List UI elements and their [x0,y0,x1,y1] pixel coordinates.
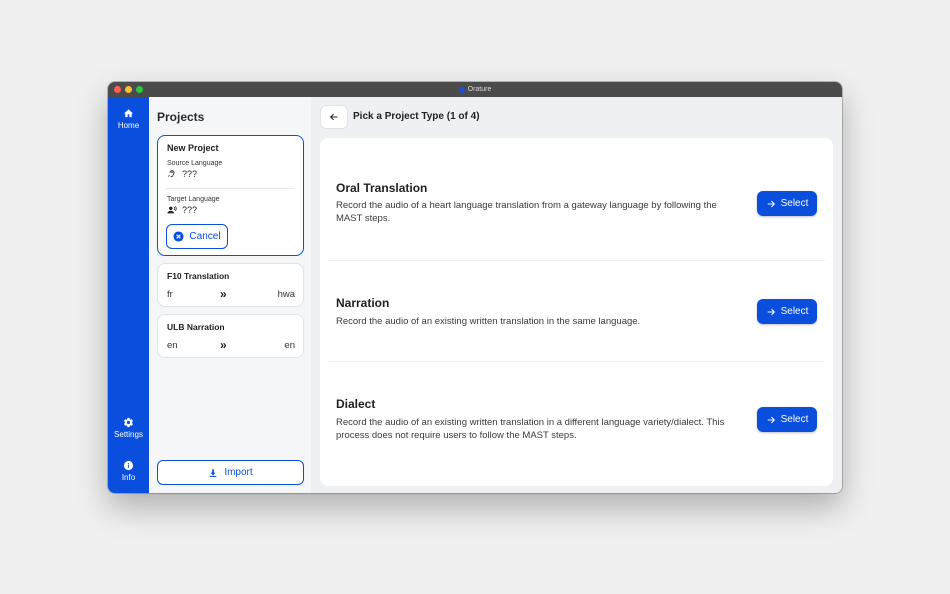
zoom-window-button[interactable] [136,86,143,93]
arrow-left-icon [329,113,338,121]
home-icon [123,109,134,118]
select-button[interactable]: Select [757,191,817,216]
nav-info[interactable]: Info [108,460,149,482]
divider [166,188,295,189]
nav-home-label: Home [117,121,140,130]
arrow-right-icon [767,308,775,315]
project-type-name: Dialect [336,397,376,411]
back-button[interactable] [320,105,348,129]
nav-info-label: Info [121,473,136,482]
project-type-name: Oral Translation [336,181,428,195]
project-card[interactable]: ULB Narration en » en [157,314,304,358]
project-type-description: Record the audio of an existing written … [336,417,725,441]
projects-title: Projects [157,110,205,124]
project-source-language: fr [167,289,173,300]
project-source-language: en [167,340,178,351]
project-title: F10 Translation [167,271,230,281]
project-card[interactable]: F10 Translation fr » hwa [157,263,304,307]
ear-icon [167,170,175,178]
app-window: Orature Home Settings Info Projects New … [108,82,842,493]
new-project-title: New Project [167,143,219,153]
nav-home[interactable]: Home [108,108,149,130]
nav-rail: Home Settings Info [108,97,149,493]
project-types-card: Oral Translation Record the audio of a h… [320,138,833,486]
arrow-right-icon [767,416,775,423]
divider [328,260,825,261]
select-button[interactable]: Select [757,407,817,432]
title-bar: Orature [108,82,842,97]
nav-settings-label: Settings [114,430,143,439]
target-language-text: ??? [182,205,198,215]
divider [328,361,825,362]
cancel-button-label: Cancel [189,231,221,242]
minimize-window-button[interactable] [125,86,132,93]
window-controls [114,86,143,93]
app-logo-icon [458,86,465,93]
gear-icon [123,417,133,428]
double-chevron-icon: » [220,338,227,352]
arrow-right-icon [767,200,775,207]
import-button[interactable]: Import [157,460,304,485]
download-icon [209,468,217,477]
new-project-card: New Project Source Language ??? Target L… [157,135,304,256]
project-target-language: hwa [277,289,295,300]
nav-settings[interactable]: Settings [108,417,149,439]
project-type-name: Narration [336,296,390,310]
select-button-label: Select [780,198,809,209]
main-content: Pick a Project Type (1 of 4) Oral Transl… [311,97,842,493]
select-button[interactable]: Select [757,299,817,324]
project-type-description: Record the audio of a heart language tra… [336,200,717,224]
project-target-language: en [284,340,295,351]
project-type-description: Record the audio of an existing written … [336,316,641,327]
select-button-label: Select [780,414,809,425]
page-title: Pick a Project Type (1 of 4) [353,111,480,122]
projects-panel: Projects New Project Source Language ???… [149,97,311,493]
target-language-value: ??? [167,205,197,215]
close-window-button[interactable] [114,86,121,93]
source-language-label: Source Language [167,160,223,167]
info-icon [123,460,134,471]
project-title: ULB Narration [167,322,225,332]
window-title: Orature [467,86,492,93]
source-language-value: ??? [167,169,197,179]
select-button-label: Select [780,306,809,317]
cancel-circle-icon [173,231,184,242]
import-button-label: Import [224,467,253,478]
double-chevron-icon: » [220,287,227,301]
target-language-label: Target Language [167,196,220,203]
speaker-voice-icon [167,205,177,214]
cancel-button[interactable]: Cancel [166,224,228,249]
source-language-text: ??? [182,169,198,179]
